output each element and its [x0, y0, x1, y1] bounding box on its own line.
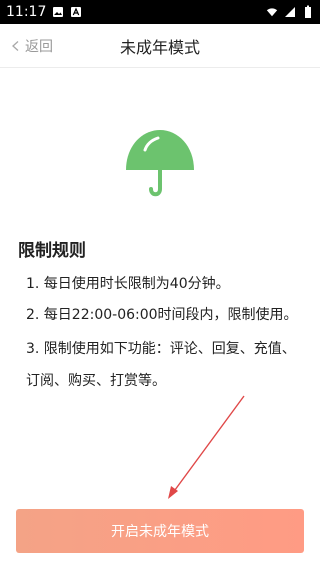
chevron-left-icon: [12, 41, 19, 51]
rule-item: 2. 每日22:00-06:00时间段内，限制使用。: [26, 307, 298, 323]
back-button[interactable]: 返回: [10, 24, 53, 68]
wifi-icon: [266, 6, 278, 18]
photo-icon: [52, 6, 64, 18]
rules-title: 限制规则: [18, 241, 86, 261]
page-title: 未成年模式: [119, 37, 200, 57]
umbrella-icon: [126, 130, 194, 197]
status-time: 11:17: [6, 4, 47, 20]
back-label: 返回: [25, 39, 53, 55]
red-arrow-icon: [168, 395, 245, 499]
battery-icon: [302, 5, 314, 18]
rule-item: 1. 每日使用时长限制为40分钟。: [26, 276, 230, 292]
status-left: 11:17: [6, 4, 82, 20]
status-right: [266, 5, 314, 18]
status-bar: 11:17: [0, 0, 320, 24]
rule-item: 3. 限制使用如下功能：评论、回复、充值、订阅、购买、打赏等。: [26, 341, 296, 389]
header: 返回 未成年模式: [0, 24, 320, 68]
enable-minor-mode-button[interactable]: 开启未成年模式: [16, 509, 304, 553]
a-icon: [70, 6, 82, 18]
signal-icon: [284, 6, 296, 18]
